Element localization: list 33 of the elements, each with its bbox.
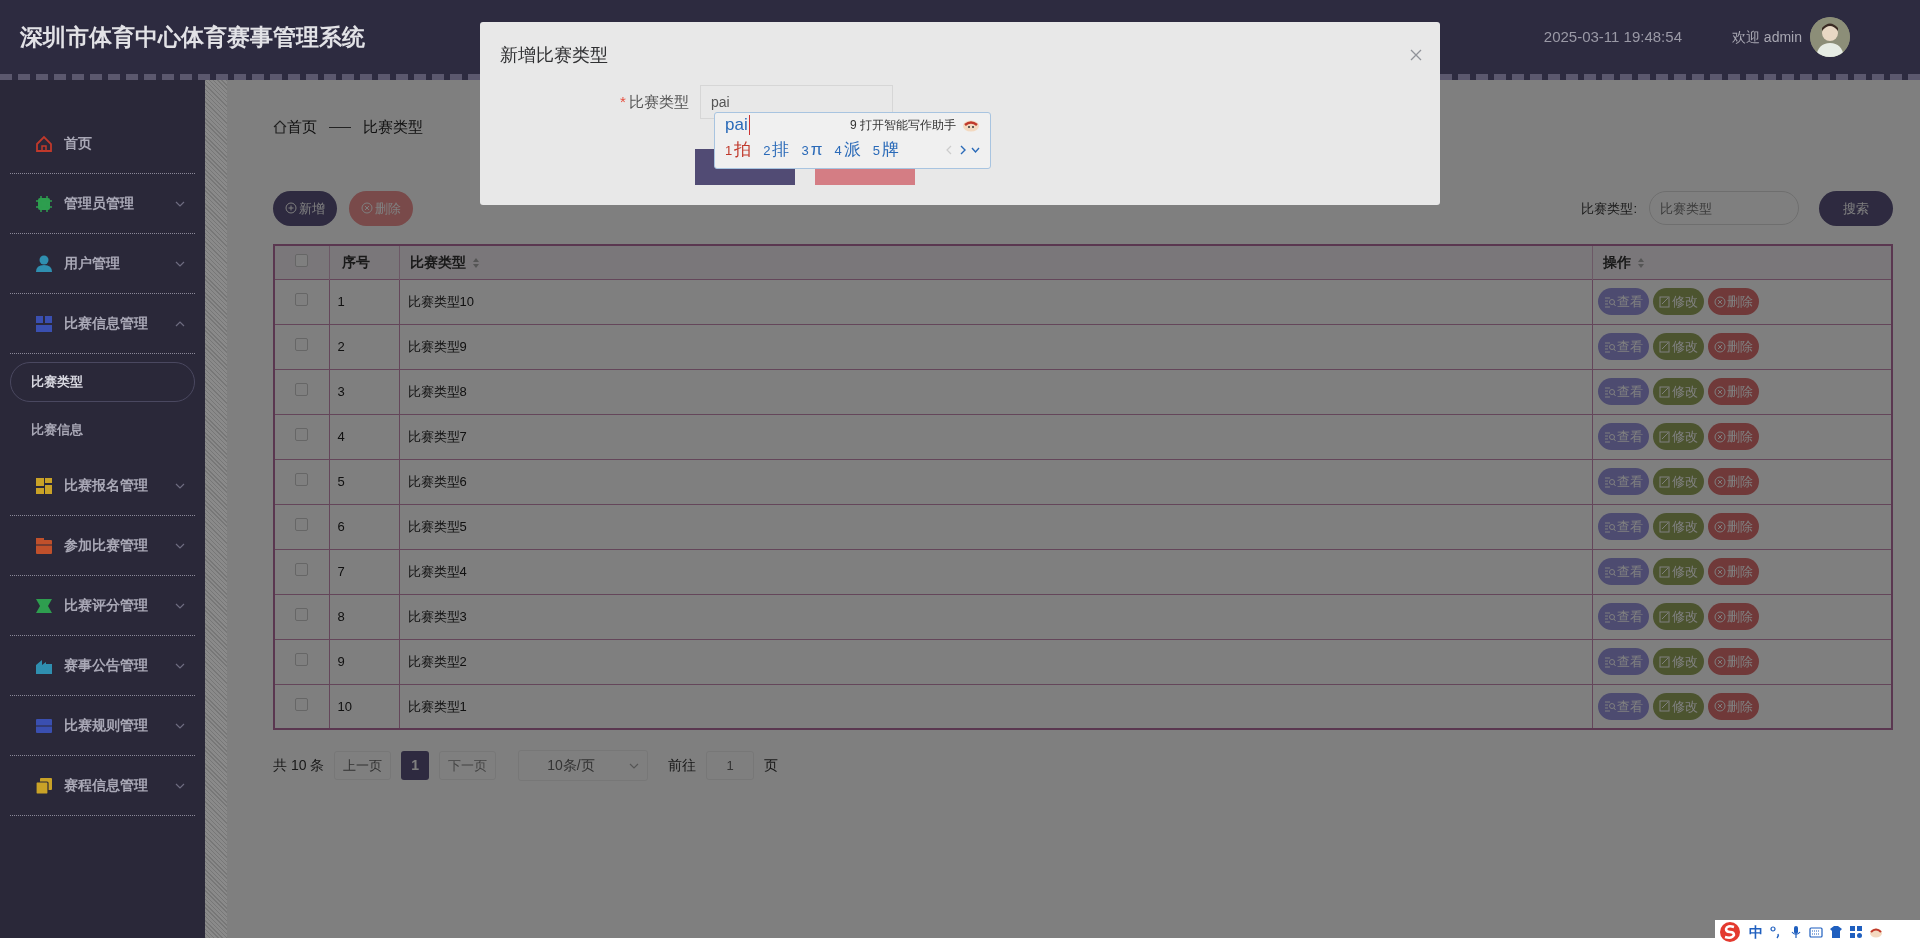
total-count: 共 10 条 bbox=[273, 756, 325, 775]
table-cell: 比赛类型10 bbox=[407, 293, 474, 309]
datetime: 2025-03-11 19:48:54 bbox=[1543, 26, 1682, 47]
page-suffix: 页 bbox=[764, 756, 779, 775]
table-cell: 比赛类型5 bbox=[407, 518, 467, 534]
app-title: 深圳市体育中心体育赛事管理系统 bbox=[20, 22, 365, 52]
column-header: 序号 bbox=[341, 253, 370, 270]
table-cell: 比赛类型8 bbox=[407, 383, 467, 399]
table-cell: 3 bbox=[337, 383, 345, 399]
table-cell: 4 bbox=[337, 428, 345, 444]
dialog-title: 新增比赛类型 bbox=[500, 45, 608, 65]
table-cell: 6 bbox=[337, 518, 345, 534]
goto-label: 前往 bbox=[668, 756, 697, 775]
field-label: 比赛类型 bbox=[628, 92, 689, 110]
search-label: 比赛类型: bbox=[1581, 199, 1637, 218]
table-cell: 10 bbox=[337, 698, 352, 714]
table-cell: 2 bbox=[337, 338, 345, 354]
table-cell: 比赛类型6 bbox=[407, 473, 467, 489]
welcome-text: 欢迎 admin bbox=[1731, 27, 1802, 47]
table-cell: 比赛类型1 bbox=[407, 698, 467, 714]
table-cell: 比赛类型3 bbox=[407, 608, 467, 624]
table-cell: 比赛类型9 bbox=[407, 338, 467, 354]
table-cell: 比赛类型7 bbox=[407, 428, 467, 444]
table-cell: 比赛类型4 bbox=[407, 563, 467, 579]
table-cell: 5 bbox=[337, 473, 345, 489]
table-cell: 7 bbox=[337, 563, 345, 579]
table-cell: 9 bbox=[337, 653, 345, 669]
table-cell: 1 bbox=[337, 293, 345, 309]
table-cell: 比赛类型2 bbox=[407, 653, 467, 669]
table-cell: 8 bbox=[337, 608, 345, 624]
required-mark: * bbox=[620, 92, 626, 110]
ime-composition: pai bbox=[725, 115, 750, 136]
breadcrumb-item: 比赛类型 bbox=[363, 117, 423, 137]
